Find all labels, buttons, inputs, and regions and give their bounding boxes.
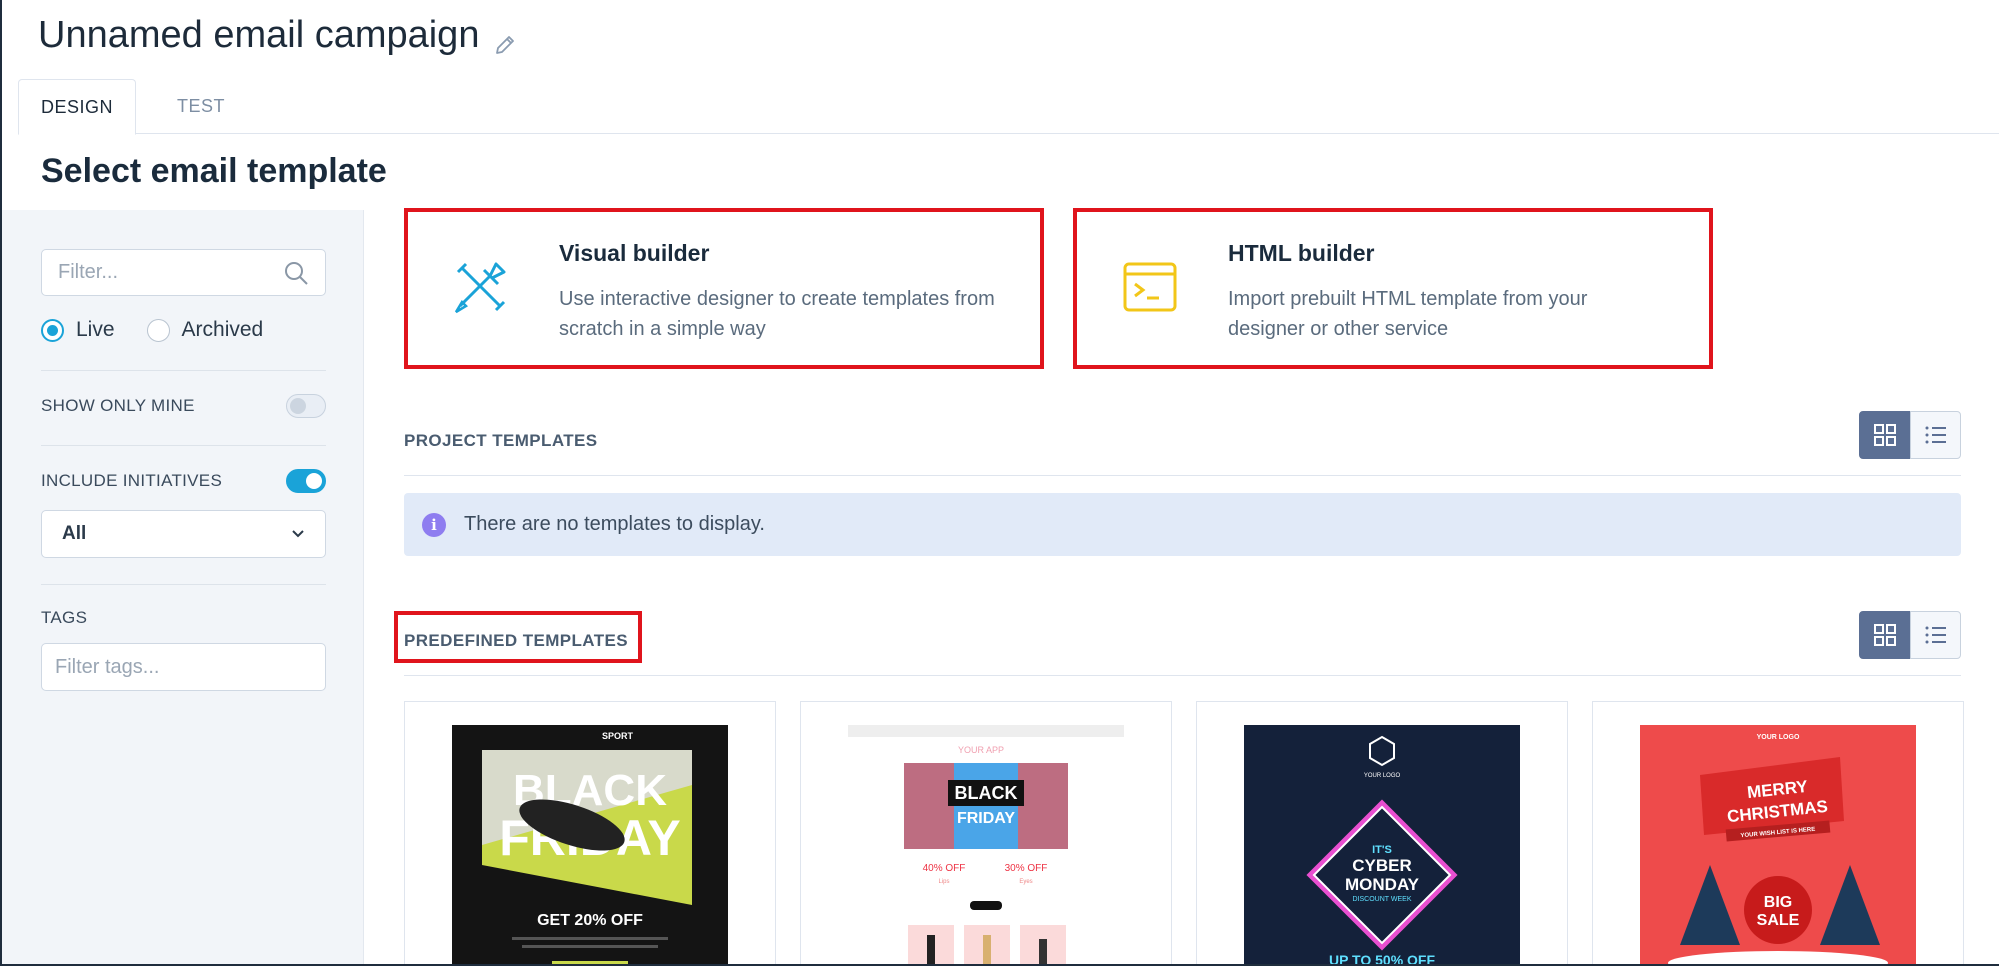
list-view-button[interactable] (1910, 411, 1961, 459)
info-icon: i (422, 512, 446, 537)
radio-live[interactable] (41, 318, 64, 342)
card2-offer-left: 40% OFF (923, 863, 966, 874)
card2-headline1: BLACK (955, 783, 1018, 803)
card3-headline2: MONDAY (1345, 875, 1420, 894)
page: Unnamed email campaign DESIGN TEST Selec… (0, 0, 1999, 966)
predefined-highlight (394, 611, 642, 663)
visual-builder-card[interactable]: Visual builder Use interactive designer … (404, 208, 1044, 369)
project-templates-label: PROJECT TEMPLATES (404, 431, 598, 450)
no-templates-message: There are no templates to display. (464, 513, 765, 535)
view-toggle (1859, 611, 1961, 659)
tab-test[interactable]: TEST (136, 79, 266, 134)
show-only-mine-toggle[interactable] (286, 394, 326, 418)
divider (41, 445, 326, 446)
visual-builder-description: Use interactive designer to create templ… (559, 288, 995, 340)
template-thumbnail: YOUR LOGO MERRY CHRISTMAS YOUR WISH LIST… (1640, 725, 1916, 966)
grid-view-button[interactable] (1859, 611, 1910, 659)
tags-placeholder: Filter tags... (55, 655, 160, 678)
template-thumbnail: SPORT BLACK FRIDAY GET 20% OFF (452, 725, 728, 966)
card2-sub-right: Eyes (1019, 879, 1032, 885)
template-card[interactable]: YOUR LOGO IT'S CYBER MONDAY DISCOUNT WEE… (1196, 701, 1568, 966)
page-title: Unnamed email campaign (38, 14, 517, 57)
include-initiatives-label: INCLUDE INITIATIVES (41, 471, 223, 490)
card3-brand: YOUR LOGO (1364, 773, 1401, 779)
html-builder-card[interactable]: HTML builder Import prebuilt HTML templa… (1073, 208, 1713, 369)
radio-archived-label: Archived (181, 318, 264, 341)
terminal-icon (1123, 262, 1177, 312)
divider (41, 370, 326, 371)
card3-headline0: IT'S (1372, 844, 1392, 856)
card2-offer-right: 30% OFF (1005, 863, 1048, 874)
tags-label: TAGS (41, 608, 88, 627)
show-only-mine-label: SHOW ONLY MINE (41, 396, 195, 415)
pencil-icon[interactable] (493, 24, 517, 54)
chevron-down-icon (292, 530, 304, 538)
card4-badge1: BIG (1764, 894, 1792, 911)
filter-placeholder: Filter... (58, 261, 119, 283)
brush-pen-icon (454, 262, 506, 314)
html-builder-description: Import prebuilt HTML template from your … (1228, 288, 1588, 340)
section-title: Select email template (41, 152, 387, 190)
initiative-select-value: All (62, 523, 87, 544)
html-builder-title: HTML builder (1228, 240, 1375, 266)
campaign-name: Unnamed email campaign (38, 14, 480, 56)
list-icon (1925, 426, 1946, 444)
view-toggle (1859, 411, 1961, 459)
include-initiatives-toggle[interactable] (286, 469, 326, 493)
status-radio-group: Live Archived (41, 318, 263, 342)
template-card[interactable]: YOUR LOGO MERRY CHRISTMAS YOUR WISH LIST… (1592, 701, 1964, 966)
radio-live-label: Live (76, 318, 115, 341)
tab-bar: DESIGN TEST (18, 79, 1999, 135)
filter-input[interactable]: Filter... (41, 249, 326, 296)
card1-offer: GET 20% OFF (537, 912, 643, 929)
tab-design[interactable]: DESIGN (18, 79, 136, 135)
card2-brand: YOUR APP (958, 745, 1004, 755)
project-templates-header: PROJECT TEMPLATES (404, 408, 1961, 476)
template-thumbnail: YOUR APP BLACK FRIDAY 40% OFF 30% OFF Li… (848, 725, 1124, 966)
divider (41, 584, 326, 585)
grid-view-button[interactable] (1859, 411, 1910, 459)
grid-icon (1873, 624, 1896, 646)
filter-sidebar: Filter... Live Archived SHOW ONLY MINE I… (2, 210, 364, 966)
initiative-select[interactable]: All (41, 510, 326, 558)
card3-headline1: CYBER (1352, 856, 1412, 875)
radio-archived[interactable] (146, 318, 170, 342)
card3-sub: DISCOUNT WEEK (1353, 896, 1412, 903)
card1-brand: SPORT (602, 731, 634, 741)
show-only-mine-row: SHOW ONLY MINE (41, 394, 326, 418)
include-initiatives-row: INCLUDE INITIATIVES (41, 469, 326, 493)
grid-icon (1873, 424, 1896, 446)
no-templates-alert: i There are no templates to display. (404, 493, 1961, 556)
list-view-button[interactable] (1910, 611, 1961, 659)
template-card[interactable]: SPORT BLACK FRIDAY GET 20% OFF (404, 701, 776, 966)
card2-headline2: FRIDAY (957, 810, 1015, 827)
template-card[interactable]: YOUR APP BLACK FRIDAY 40% OFF 30% OFF Li… (800, 701, 1172, 966)
search-icon (285, 261, 308, 285)
card4-brand: YOUR LOGO (1757, 734, 1800, 741)
card2-sub-left: Lips (938, 879, 949, 885)
template-thumbnail: YOUR LOGO IT'S CYBER MONDAY DISCOUNT WEE… (1244, 725, 1520, 966)
tags-filter-input[interactable]: Filter tags... (41, 643, 326, 691)
list-icon (1925, 626, 1946, 644)
visual-builder-title: Visual builder (559, 240, 710, 266)
card4-badge2: SALE (1757, 912, 1800, 929)
